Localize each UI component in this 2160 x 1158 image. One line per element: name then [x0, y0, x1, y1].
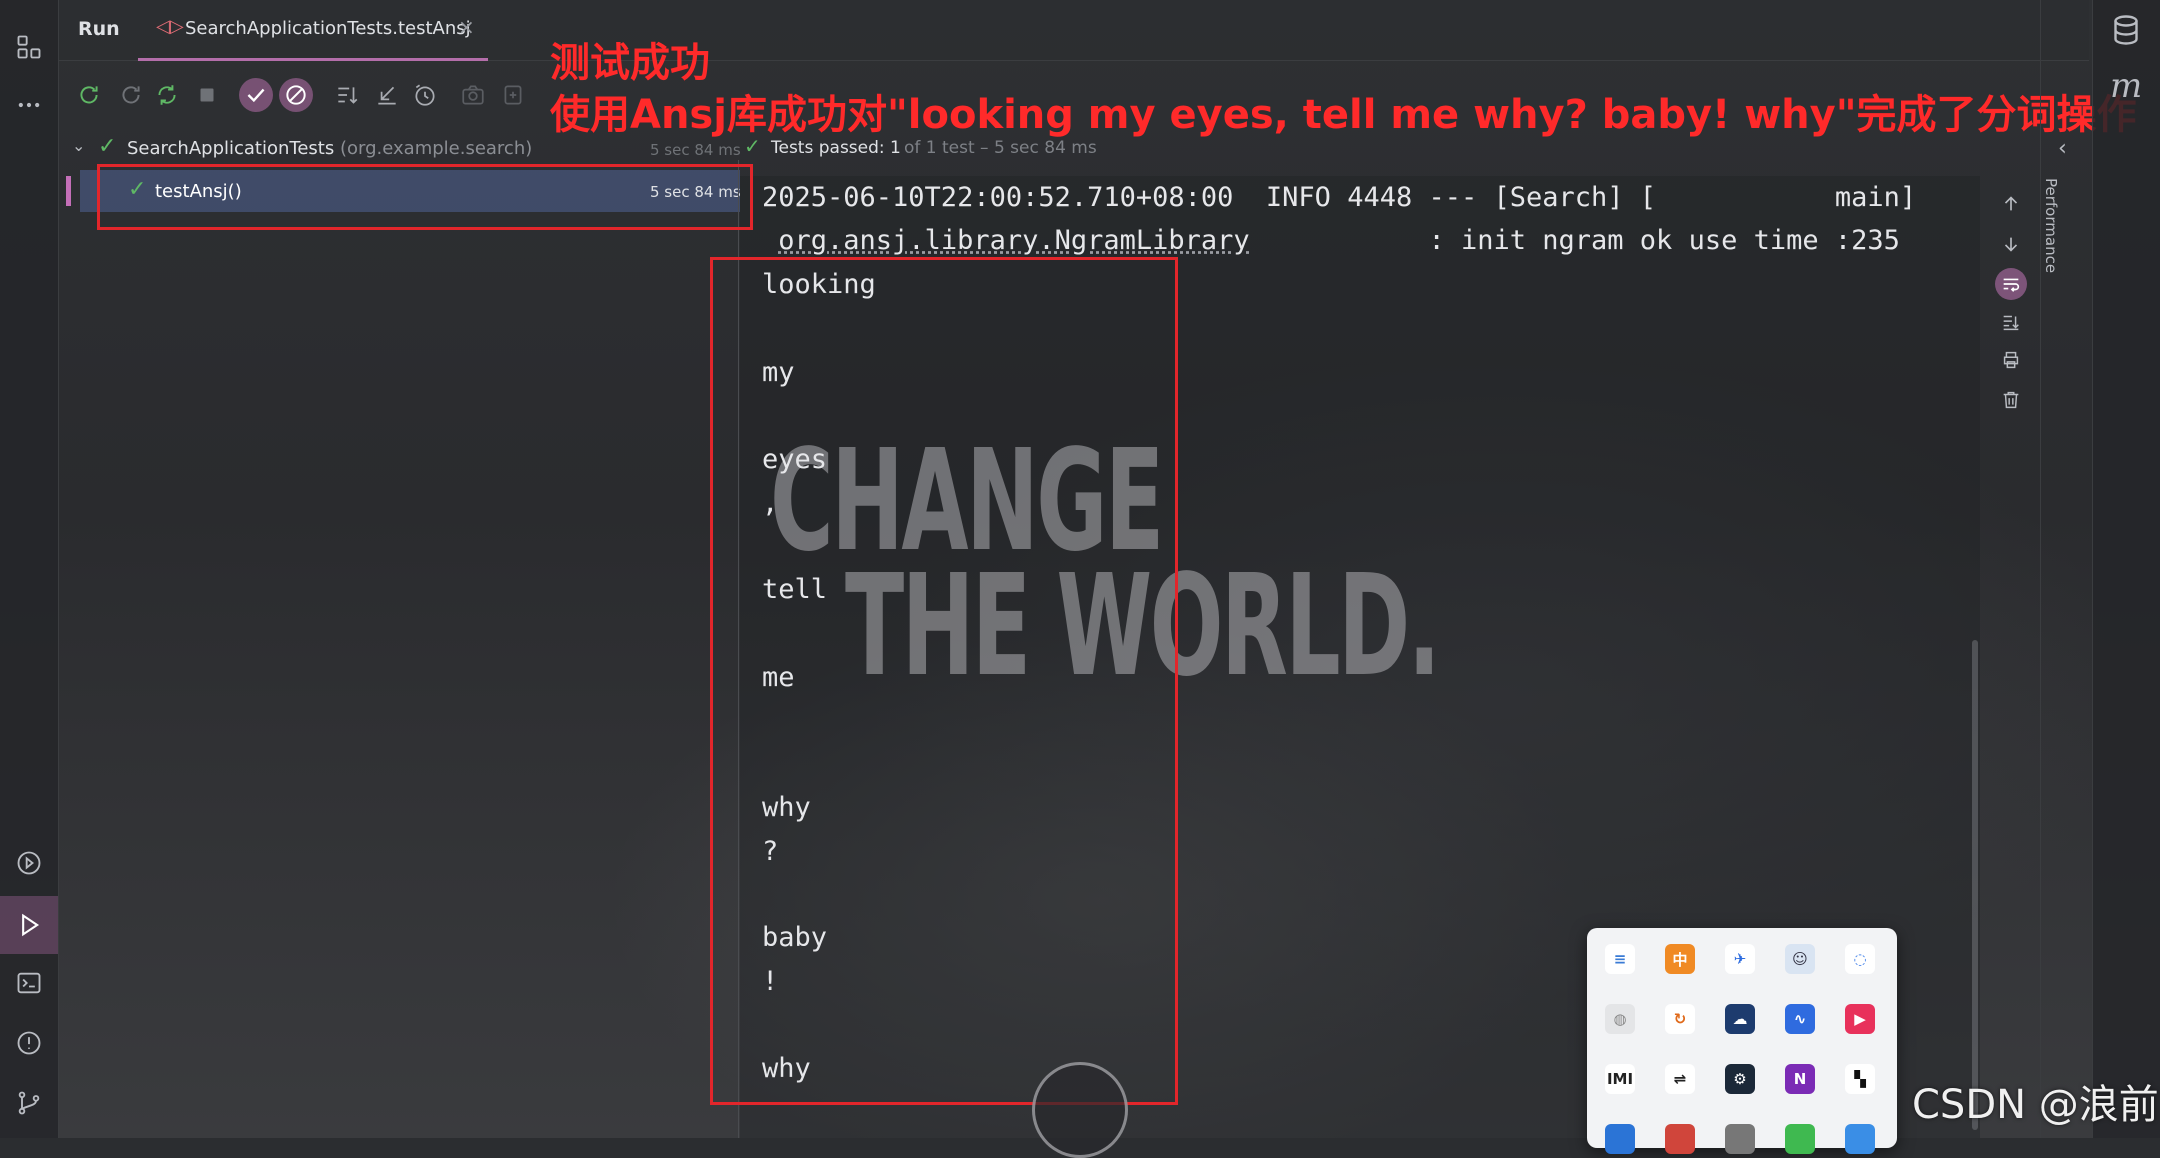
- terminal-icon[interactable]: [8, 962, 50, 1004]
- database-icon[interactable]: [2108, 12, 2144, 48]
- ime-icon[interactable]: 中: [1665, 944, 1695, 974]
- app-grid-icon[interactable]: ▚: [1845, 1064, 1875, 1094]
- toggle-auto-test-icon[interactable]: [150, 78, 184, 112]
- maven-icon[interactable]: m: [2110, 66, 2142, 106]
- tests-passed-detail: of 1 test – 5 sec 84 ms: [904, 138, 1097, 158]
- floating-assistant-bubble[interactable]: [1032, 1062, 1128, 1158]
- test-class-label: SearchApplicationTests: [127, 138, 334, 159]
- test-config-icon: ◁▷: [156, 16, 184, 37]
- test-history-icon[interactable]: [408, 78, 442, 112]
- log-message: : init ngram ok use time :235: [1250, 225, 1900, 256]
- export-icon[interactable]: [496, 78, 530, 112]
- log-line: org.ansj.library.NgramLibrary : init ngr…: [762, 225, 1900, 256]
- refresh-icon[interactable]: ↻: [1665, 1004, 1695, 1034]
- video-icon[interactable]: ▶: [1845, 1004, 1875, 1034]
- soft-wrap-icon[interactable]: [1995, 268, 2027, 300]
- test-class-package: (org.example.search): [340, 138, 532, 159]
- tray-icon-row4-4[interactable]: [1785, 1124, 1815, 1154]
- more-icon[interactable]: [8, 84, 50, 126]
- system-tray-overflow: ≡ 中 ✈ ☺ ◌ ◍ ↻ ☁ ∿ ▶ IMI ⇌ ⚙ N ▚: [1587, 928, 1897, 1148]
- collapse-all-icon[interactable]: [370, 78, 404, 112]
- right-tool-strip: [2040, 0, 2091, 1138]
- show-ignored-icon[interactable]: [279, 78, 313, 112]
- problems-icon[interactable]: [8, 1022, 50, 1064]
- console-scrollbar[interactable]: [1972, 640, 1978, 1130]
- tray-icon-row4-5[interactable]: [1845, 1124, 1875, 1154]
- trash-icon[interactable]: [1995, 384, 2027, 416]
- show-passed-icon[interactable]: [239, 78, 273, 112]
- services-icon[interactable]: [8, 842, 50, 884]
- chevron-down-icon[interactable]: ⌄: [72, 136, 85, 155]
- annotation-description: 使用Ansj库成功对"looking my eyes, tell me why?…: [550, 82, 2137, 140]
- scroll-to-end-icon[interactable]: [1995, 306, 2027, 338]
- test-class-duration: 5 sec 84 ms: [650, 141, 741, 159]
- close-tab-icon[interactable]: ×: [458, 15, 475, 39]
- bird-icon[interactable]: ✈: [1725, 944, 1755, 974]
- highlight-box-test-result: [97, 164, 753, 230]
- print-icon[interactable]: [1995, 344, 2027, 376]
- tray-icon-row4-2[interactable]: [1665, 1124, 1695, 1154]
- check-icon: ✓: [98, 134, 116, 159]
- annotation-title: 测试成功: [550, 30, 710, 88]
- chevron-left-icon[interactable]: ‹: [2058, 136, 2067, 161]
- arrow-down-icon[interactable]: [1995, 228, 2027, 260]
- onenote-icon[interactable]: N: [1785, 1064, 1815, 1094]
- tray-icon-row4-1[interactable]: [1605, 1124, 1635, 1154]
- structure-icon[interactable]: [8, 26, 50, 68]
- selection-marker: [66, 176, 71, 206]
- sort-alphabetically-icon[interactable]: [330, 78, 364, 112]
- chat-icon[interactable]: ≡: [1605, 944, 1635, 974]
- performance-tab[interactable]: Performance: [2042, 178, 2060, 273]
- tray-icon-row4-3[interactable]: [1725, 1124, 1755, 1154]
- check-icon: ✓: [744, 134, 761, 158]
- cloud-icon[interactable]: ☁: [1725, 1004, 1755, 1034]
- right-ide-strip: [2092, 0, 2160, 1138]
- mi-icon[interactable]: IMI: [1605, 1064, 1635, 1094]
- run-window-title: Run: [78, 18, 120, 40]
- stop-icon[interactable]: [190, 78, 224, 112]
- rerun-failed-icon[interactable]: [114, 78, 148, 112]
- tab-label: SearchApplicationTests.testAnsj: [185, 18, 471, 39]
- git-icon[interactable]: [8, 1082, 50, 1124]
- globe-icon[interactable]: ◍: [1605, 1004, 1635, 1034]
- avatar-icon[interactable]: ☺: [1785, 944, 1815, 974]
- steam-icon[interactable]: ⚙: [1725, 1064, 1755, 1094]
- test-class-name: SearchApplicationTests (org.example.sear…: [127, 138, 532, 159]
- meeting-icon[interactable]: ∿: [1785, 1004, 1815, 1034]
- rerun-icon[interactable]: [72, 78, 106, 112]
- arrow-up-icon[interactable]: [1995, 188, 2027, 220]
- highlight-box-tokens: [710, 257, 1178, 1105]
- sync-icon[interactable]: ◌: [1845, 944, 1875, 974]
- screenshot-icon[interactable]: [456, 78, 490, 112]
- tests-passed-status: Tests passed: 1: [771, 138, 901, 158]
- settings-sliders-icon[interactable]: ⇌: [1665, 1064, 1695, 1094]
- log-class-link[interactable]: org.ansj.library.NgramLibrary: [778, 225, 1249, 256]
- log-line: 2025-06-10T22:00:52.710+08:00 INFO 4448 …: [762, 182, 1916, 213]
- left-tool-strip: [0, 0, 59, 1138]
- run-tool-icon[interactable]: [0, 896, 58, 954]
- watermark: CSDN @浪前: [1912, 1072, 2159, 1130]
